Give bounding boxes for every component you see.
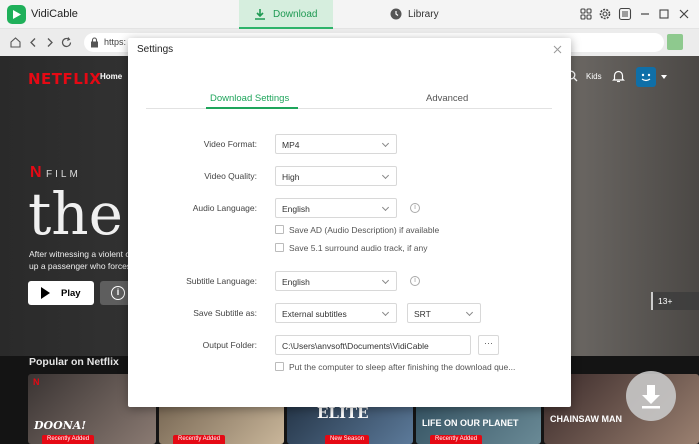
close-icon[interactable] xyxy=(553,45,562,54)
title-card-badge: New Season xyxy=(325,435,370,444)
grid-icon[interactable] xyxy=(579,7,593,21)
nav-home-link[interactable]: Home xyxy=(100,72,122,81)
chevron-down-icon xyxy=(381,139,390,148)
title-card-name: LIFE ON OUR PLANET xyxy=(422,418,519,428)
browse-folder-button[interactable]: ··· xyxy=(478,335,499,355)
title-card-badge: Recently Added xyxy=(173,435,226,444)
extension-icon[interactable] xyxy=(667,34,683,50)
subtitle-info-icon[interactable]: i xyxy=(410,276,420,286)
play-icon xyxy=(41,287,50,299)
download-fab-button[interactable] xyxy=(626,371,676,421)
clock-icon xyxy=(390,8,402,20)
netflix-logo[interactable]: NETFLIX xyxy=(28,70,101,88)
tab-library-label: Library xyxy=(408,9,439,20)
title-card-name: DOONA! xyxy=(34,419,87,432)
audio-language-label: Audio Language: xyxy=(192,203,257,213)
chevron-down-icon xyxy=(381,276,390,285)
chevron-down-icon xyxy=(381,308,390,317)
save-subtitle-value: External subtitles xyxy=(282,309,347,319)
menu-icon[interactable] xyxy=(618,7,632,21)
video-quality-select[interactable]: High xyxy=(275,166,397,186)
app-logo-icon xyxy=(7,5,26,24)
output-folder-label: Output Folder: xyxy=(202,340,257,350)
active-tab-indicator xyxy=(206,107,298,109)
tab-library[interactable]: Library xyxy=(382,0,462,29)
back-icon[interactable] xyxy=(27,36,40,49)
download-arrow-icon xyxy=(642,385,660,409)
video-quality-label: Video Quality: xyxy=(204,171,257,181)
output-folder-value: C:\Users\anvsoft\Documents\VidiCable xyxy=(282,341,429,351)
reload-icon[interactable] xyxy=(60,36,73,49)
save-51-checkbox[interactable] xyxy=(275,243,284,252)
netflix-n-icon: N xyxy=(33,377,40,387)
gear-icon[interactable] xyxy=(598,7,612,21)
subtitle-language-value: English xyxy=(282,277,310,287)
video-format-value: MP4 xyxy=(282,140,300,150)
video-format-label: Video Format: xyxy=(203,139,257,149)
chevron-down-icon xyxy=(381,203,390,212)
popular-heading: Popular on Netflix xyxy=(29,356,119,368)
chevron-down-icon xyxy=(381,171,390,180)
download-icon xyxy=(255,9,265,20)
info-icon: i xyxy=(111,286,125,300)
title-card-name: CHAINSAW MAN xyxy=(550,414,622,424)
film-badge: FILM xyxy=(46,169,81,180)
output-folder-field[interactable]: C:\Users\anvsoft\Documents\VidiCable xyxy=(275,335,471,355)
audio-language-value: English xyxy=(282,204,310,214)
dialog-title: Settings xyxy=(137,44,174,55)
subtitle-format-value: SRT xyxy=(414,309,431,319)
age-rating-badge: 13+ xyxy=(651,292,699,310)
save-ad-checkbox[interactable] xyxy=(275,225,284,234)
tab-advanced[interactable]: Advanced xyxy=(426,93,468,104)
sleep-label: Put the computer to sleep after finishin… xyxy=(289,362,516,372)
save-subtitle-select[interactable]: External subtitles xyxy=(275,303,397,323)
tab-download[interactable]: Download xyxy=(239,0,333,29)
settings-dialog: Settings Download Settings Advanced Vide… xyxy=(128,38,571,407)
bell-icon[interactable] xyxy=(612,69,625,83)
tab-download-label: Download xyxy=(273,9,318,20)
hero-title: the xyxy=(28,180,123,248)
subtitle-language-label: Subtitle Language: xyxy=(186,276,257,286)
title-card-badge: Recently Added xyxy=(430,435,483,444)
minimize-icon[interactable] xyxy=(638,7,652,21)
profile-caret-icon[interactable] xyxy=(661,75,667,79)
url-text: https: xyxy=(104,37,127,47)
video-quality-value: High xyxy=(282,172,300,182)
subtitle-format-select[interactable]: SRT xyxy=(407,303,481,323)
audio-language-select[interactable]: English xyxy=(275,198,397,218)
forward-icon[interactable] xyxy=(43,36,56,49)
tab-download-settings[interactable]: Download Settings xyxy=(210,93,289,104)
maximize-icon[interactable] xyxy=(657,7,671,21)
hero-description-line2: up a passenger who forces xyxy=(29,261,132,271)
title-card-badge: Recently Added xyxy=(42,435,95,444)
save-ad-label: Save AD (Audio Description) if available xyxy=(289,225,440,235)
lock-icon xyxy=(91,37,98,48)
nav-kids-link[interactable]: Kids xyxy=(586,72,602,81)
subtitle-language-select[interactable]: English xyxy=(275,271,397,291)
app-title: VidiCable xyxy=(31,8,78,20)
save-51-label: Save 5.1 surround audio track, if any xyxy=(289,243,428,253)
play-button-label: Play xyxy=(61,288,81,299)
audio-info-icon[interactable]: i xyxy=(410,203,420,213)
home-icon[interactable] xyxy=(9,36,22,49)
profile-avatar[interactable] xyxy=(636,67,656,87)
title-bar: VidiCable Download Library xyxy=(0,0,699,29)
hero-description-line1: After witnessing a violent c xyxy=(29,249,130,259)
more-info-button[interactable]: i xyxy=(100,281,128,305)
close-window-icon[interactable] xyxy=(677,7,691,21)
play-button[interactable]: Play xyxy=(28,281,94,305)
chevron-down-icon xyxy=(465,308,474,317)
save-subtitle-label: Save Subtitle as: xyxy=(193,308,257,318)
video-format-select[interactable]: MP4 xyxy=(275,134,397,154)
sleep-checkbox[interactable] xyxy=(275,362,284,371)
